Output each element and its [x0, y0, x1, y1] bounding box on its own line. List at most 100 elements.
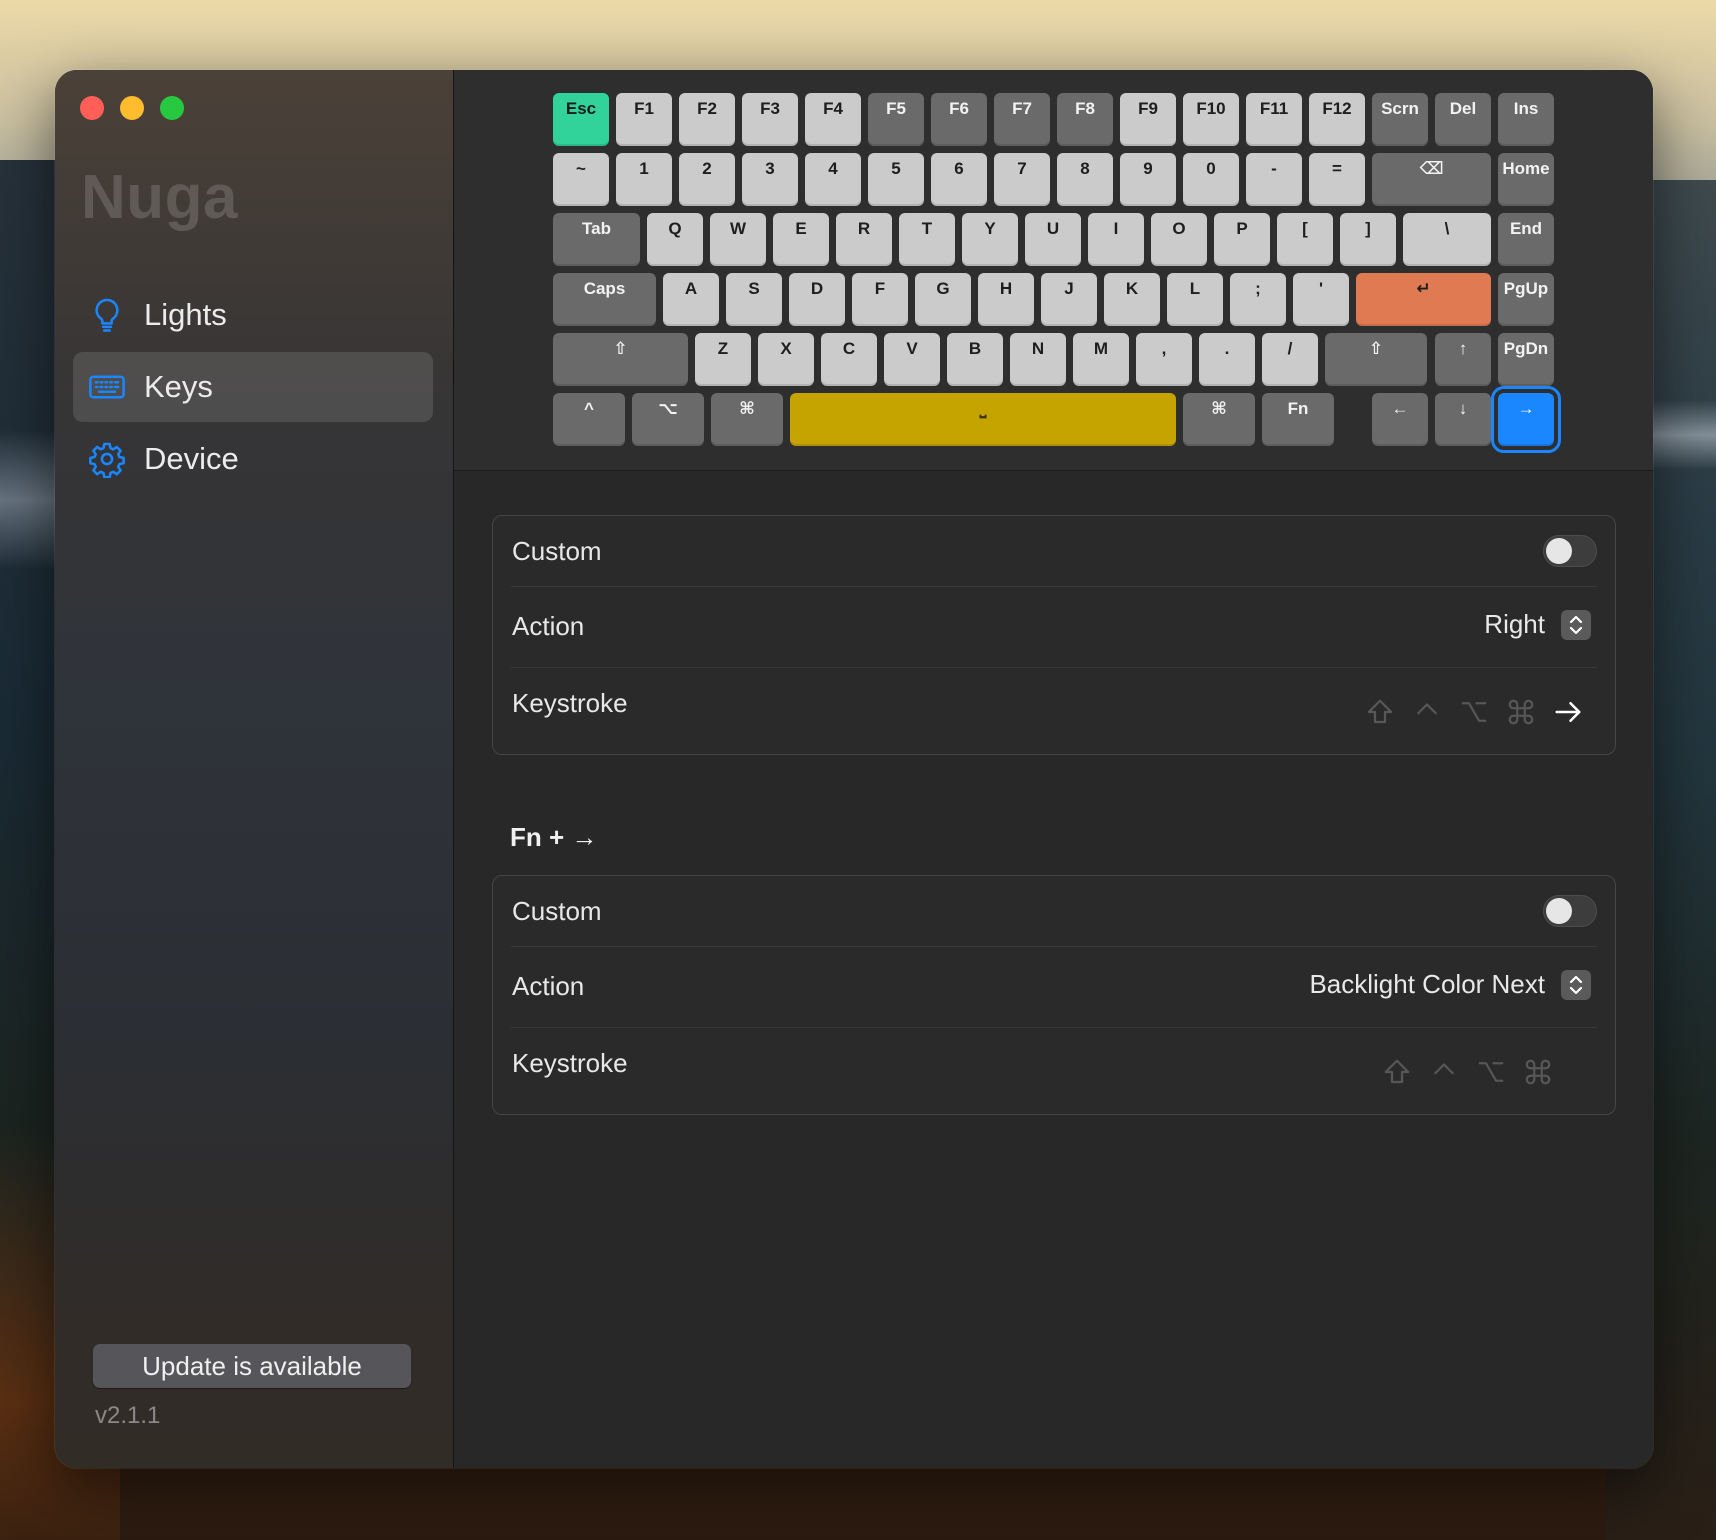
key-0[interactable]: 0: [1183, 153, 1239, 206]
zoom-window-button[interactable]: [160, 96, 184, 120]
key-g[interactable]: G: [915, 273, 971, 326]
key-backslash[interactable]: \: [1403, 213, 1491, 266]
key-enter[interactable]: ↵: [1356, 273, 1491, 326]
key-8[interactable]: 8: [1057, 153, 1113, 206]
key-slash[interactable]: /: [1262, 333, 1318, 386]
option-modifier-icon[interactable]: [1450, 694, 1497, 730]
key-semicolon[interactable]: ;: [1230, 273, 1286, 326]
key-y[interactable]: Y: [962, 213, 1018, 266]
key-ins[interactable]: Ins: [1498, 93, 1554, 146]
key-end[interactable]: End: [1498, 213, 1554, 266]
key-e[interactable]: E: [773, 213, 829, 266]
key-x[interactable]: X: [758, 333, 814, 386]
key-c[interactable]: C: [821, 333, 877, 386]
custom-toggle[interactable]: [1543, 535, 1597, 567]
shift-modifier-icon[interactable]: [1356, 694, 1403, 730]
key-pgdn[interactable]: PgDn: [1498, 333, 1554, 386]
key-4[interactable]: 4: [805, 153, 861, 206]
fn-action-select[interactable]: Backlight Color Next: [1309, 969, 1591, 1000]
key-f12[interactable]: F12: [1309, 93, 1365, 146]
control-modifier-icon[interactable]: [1403, 694, 1450, 730]
sidebar-item-keys[interactable]: Keys: [73, 352, 433, 422]
key-t[interactable]: T: [899, 213, 955, 266]
key-a[interactable]: A: [663, 273, 719, 326]
option-modifier-icon[interactable]: [1467, 1054, 1514, 1090]
key-right-arrow-selected[interactable]: →: [1491, 386, 1561, 453]
key-6[interactable]: 6: [931, 153, 987, 206]
key-f[interactable]: F: [852, 273, 908, 326]
key-tilde[interactable]: ~: [553, 153, 609, 206]
key-s[interactable]: S: [726, 273, 782, 326]
shift-modifier-icon[interactable]: [1373, 1054, 1420, 1090]
key-space[interactable]: ⎵: [790, 393, 1176, 446]
key-backspace[interactable]: ⌫: [1372, 153, 1491, 206]
key-j[interactable]: J: [1041, 273, 1097, 326]
sidebar-item-device[interactable]: Device: [73, 424, 433, 494]
key-comma[interactable]: ,: [1136, 333, 1192, 386]
update-available-button[interactable]: Update is available: [93, 1344, 411, 1388]
key-f2[interactable]: F2: [679, 93, 735, 146]
key-left-shift[interactable]: ⇧: [553, 333, 688, 386]
key-down-arrow[interactable]: ↓: [1435, 393, 1491, 446]
key-d[interactable]: D: [789, 273, 845, 326]
key-u[interactable]: U: [1025, 213, 1081, 266]
key-f4[interactable]: F4: [805, 93, 861, 146]
key-minus[interactable]: -: [1246, 153, 1302, 206]
key-left-bracket[interactable]: [: [1277, 213, 1333, 266]
key-f8[interactable]: F8: [1057, 93, 1113, 146]
key-3[interactable]: 3: [742, 153, 798, 206]
control-modifier-icon[interactable]: [1420, 1054, 1467, 1090]
key-right-command[interactable]: ⌘: [1183, 393, 1255, 446]
close-window-button[interactable]: [80, 96, 104, 120]
key-scrn[interactable]: Scrn: [1372, 93, 1428, 146]
key-7[interactable]: 7: [994, 153, 1050, 206]
key-equals[interactable]: =: [1309, 153, 1365, 206]
key-5[interactable]: 5: [868, 153, 924, 206]
key-f3[interactable]: F3: [742, 93, 798, 146]
key-tab[interactable]: Tab: [553, 213, 640, 266]
key-o[interactable]: O: [1151, 213, 1207, 266]
key-f10[interactable]: F10: [1183, 93, 1239, 146]
key-w[interactable]: W: [710, 213, 766, 266]
key-m[interactable]: M: [1073, 333, 1129, 386]
fn-custom-toggle[interactable]: [1543, 895, 1597, 927]
sidebar-item-lights[interactable]: Lights: [73, 280, 433, 350]
key-left-command[interactable]: ⌘: [711, 393, 783, 446]
key-right-bracket[interactable]: ]: [1340, 213, 1396, 266]
minimize-window-button[interactable]: [120, 96, 144, 120]
key-v[interactable]: V: [884, 333, 940, 386]
key-period[interactable]: .: [1199, 333, 1255, 386]
key-left-arrow[interactable]: ←: [1372, 393, 1428, 446]
key-fn[interactable]: Fn: [1262, 393, 1334, 446]
key-r[interactable]: R: [836, 213, 892, 266]
key-f11[interactable]: F11: [1246, 93, 1302, 146]
key-control[interactable]: ^: [553, 393, 625, 446]
command-modifier-icon[interactable]: [1514, 1054, 1561, 1090]
key-quote[interactable]: ': [1293, 273, 1349, 326]
key-del[interactable]: Del: [1435, 93, 1491, 146]
key-9[interactable]: 9: [1120, 153, 1176, 206]
key-f7[interactable]: F7: [994, 93, 1050, 146]
key-esc[interactable]: Esc: [553, 93, 609, 146]
key-right-shift[interactable]: ⇧: [1325, 333, 1427, 386]
key-q[interactable]: Q: [647, 213, 703, 266]
action-select[interactable]: Right: [1484, 609, 1591, 640]
key-1[interactable]: 1: [616, 153, 672, 206]
command-modifier-icon[interactable]: [1497, 694, 1544, 730]
key-k[interactable]: K: [1104, 273, 1160, 326]
key-2[interactable]: 2: [679, 153, 735, 206]
key-p[interactable]: P: [1214, 213, 1270, 266]
key-n[interactable]: N: [1010, 333, 1066, 386]
key-f6[interactable]: F6: [931, 93, 987, 146]
key-h[interactable]: H: [978, 273, 1034, 326]
key-option[interactable]: ⌥: [632, 393, 704, 446]
key-b[interactable]: B: [947, 333, 1003, 386]
key-home[interactable]: Home: [1498, 153, 1554, 206]
key-f5[interactable]: F5: [868, 93, 924, 146]
key-l[interactable]: L: [1167, 273, 1223, 326]
key-pgup[interactable]: PgUp: [1498, 273, 1554, 326]
key-f9[interactable]: F9: [1120, 93, 1176, 146]
key-up-arrow[interactable]: ↑: [1435, 333, 1491, 386]
key-i[interactable]: I: [1088, 213, 1144, 266]
key-z[interactable]: Z: [695, 333, 751, 386]
